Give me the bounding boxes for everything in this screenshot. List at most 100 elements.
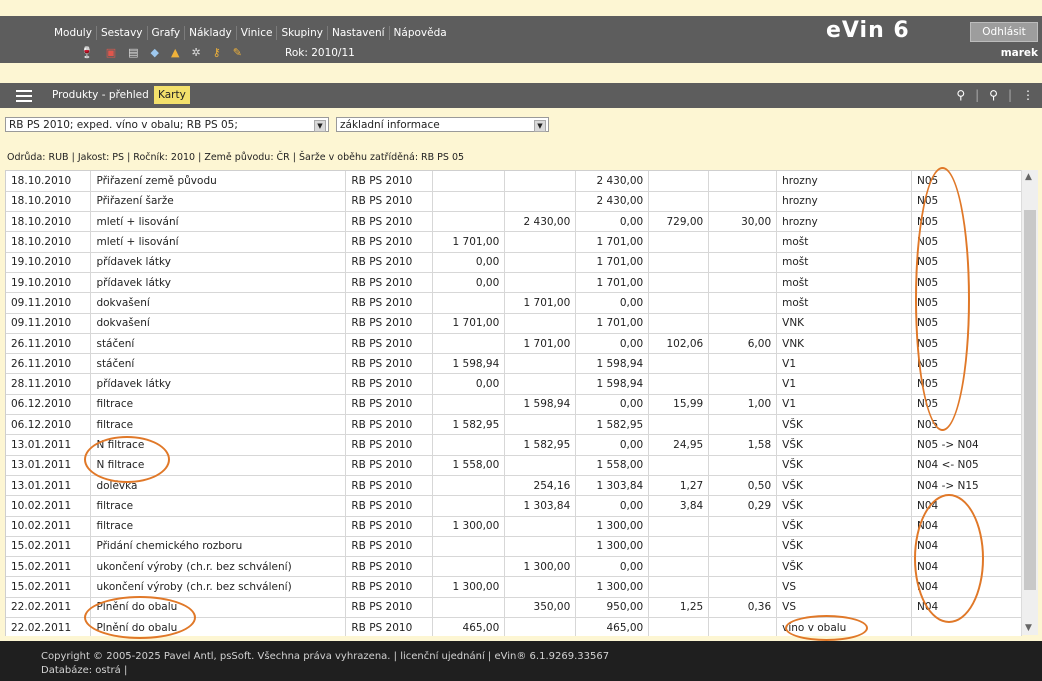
cell-product: RB PS 2010 bbox=[345, 353, 434, 375]
table-row[interactable]: 13.01.2011 dolévka RB PS 2010 254,16 1 303,8… bbox=[6, 475, 1022, 497]
cell-operation: stáčení bbox=[90, 333, 347, 355]
cell-batch: N05 bbox=[911, 252, 1022, 273]
table-row[interactable]: 15.02.2011 Přidání chemického rozboru RB P… bbox=[6, 536, 1022, 558]
cell-date: 28.11.2010 bbox=[6, 373, 92, 395]
table-row[interactable]: 06.12.2010 filtrace RB PS 2010 1 582,95 1 58… bbox=[6, 414, 1022, 436]
cell-loss bbox=[648, 373, 710, 395]
table-row[interactable]: 09.11.2010 dokvašení RB PS 2010 1 701,00 1 7… bbox=[6, 313, 1022, 334]
cell-amount-in bbox=[432, 597, 506, 619]
table-scrollbar[interactable]: ▲ ▼ bbox=[1021, 170, 1038, 635]
cell-operation: filtrace bbox=[90, 495, 347, 517]
scroll-down-icon[interactable]: ▼ bbox=[1025, 623, 1032, 633]
cell-amount-in: 1 598,94 bbox=[432, 353, 506, 375]
separator: | bbox=[975, 88, 980, 102]
chevron-down-icon[interactable]: ▼ bbox=[314, 120, 326, 132]
menu-item-naklady[interactable]: Náklady bbox=[185, 26, 237, 40]
tab-cards[interactable]: Karty bbox=[154, 86, 190, 104]
wand-icon[interactable]: ✎ bbox=[233, 46, 242, 60]
wine-glasses-icon[interactable]: 🍷 bbox=[80, 46, 94, 60]
menu-item-nastaveni[interactable]: Nastavení bbox=[328, 26, 390, 40]
table-row[interactable]: 15.02.2011 ukončení výroby (ch.r. bez sch… bbox=[6, 556, 1022, 578]
table-row[interactable]: 09.11.2010 dokvašení RB PS 2010 1 701,00 0,0… bbox=[6, 292, 1022, 314]
scroll-up-icon[interactable]: ▲ bbox=[1025, 172, 1032, 182]
product-select[interactable]: RB PS 2010; exped. víno v obalu; RB PS 0… bbox=[5, 117, 329, 132]
table-row[interactable]: 22.02.2011 Plnění do obalu RB PS 2010 465,0… bbox=[6, 617, 1022, 636]
cell-operation: N filtrace bbox=[90, 434, 347, 456]
table-row[interactable]: 13.01.2011 N filtrace RB PS 2010 1 558,00 1 … bbox=[6, 455, 1022, 476]
cell-amount-out: 350,00 bbox=[504, 597, 577, 619]
cell-category: hrozny bbox=[776, 191, 913, 213]
key-icon[interactable]: ⚷ bbox=[213, 46, 221, 60]
document-icon[interactable]: ▤ bbox=[128, 46, 138, 60]
menu-item-sestavy[interactable]: Sestavy bbox=[97, 26, 148, 40]
cell-batch: N04 bbox=[911, 495, 1022, 517]
table-row[interactable]: 15.02.2011 ukončení výroby (ch.r. bez sch… bbox=[6, 576, 1022, 598]
cell-date: 22.02.2011 bbox=[6, 617, 92, 636]
cell-product: RB PS 2010 bbox=[345, 333, 434, 355]
more-options-icon[interactable]: ⋮ bbox=[1022, 88, 1034, 102]
cell-amount-out: 1 598,94 bbox=[504, 394, 577, 416]
cell-batch: N05 bbox=[911, 333, 1022, 355]
cell-operation: filtrace bbox=[90, 516, 347, 537]
cell-balance: 2 430,00 bbox=[575, 171, 650, 192]
cell-operation: Přidání chemického rozboru bbox=[90, 536, 347, 558]
cell-category: mošt bbox=[776, 292, 913, 314]
cell-amount-in bbox=[432, 394, 506, 416]
cell-date: 09.11.2010 bbox=[6, 292, 92, 314]
table-row[interactable]: 10.02.2011 filtrace RB PS 2010 1 300,00 1 30… bbox=[6, 516, 1022, 537]
top-navigation-bar: Moduly Sestavy Grafy Náklady Vinice Skup… bbox=[0, 16, 1042, 63]
table-row[interactable]: 10.02.2011 filtrace RB PS 2010 1 303,84 0,00… bbox=[6, 495, 1022, 517]
menu-item-grafy[interactable]: Grafy bbox=[148, 26, 186, 40]
footer: Copyright © 2005-2025 Pavel Antl, psSoft… bbox=[0, 641, 1042, 681]
gear-icon[interactable]: ✲ bbox=[191, 46, 200, 60]
table-row[interactable]: 22.02.2011 Plnění do obalu RB PS 2010 350,0… bbox=[6, 597, 1022, 619]
table-row[interactable]: 18.10.2010 Přiřazení země původu RB PS 201… bbox=[6, 171, 1022, 192]
cell-date: 09.11.2010 bbox=[6, 313, 92, 334]
barrel-icon[interactable]: ▣ bbox=[106, 46, 116, 60]
cell-batch: N05 bbox=[911, 211, 1022, 233]
chevron-down-icon[interactable]: ▼ bbox=[534, 120, 546, 132]
cell-batch: N04 bbox=[911, 536, 1022, 558]
hamburger-menu-icon[interactable] bbox=[16, 90, 32, 105]
scroll-thumb[interactable] bbox=[1024, 210, 1036, 590]
cell-product: RB PS 2010 bbox=[345, 617, 434, 636]
menu-item-skupiny[interactable]: Skupiny bbox=[277, 26, 328, 40]
cell-loss bbox=[648, 617, 710, 636]
cell-loss bbox=[648, 516, 710, 537]
year-label: Rok: 2010/11 bbox=[285, 47, 355, 59]
cell-balance: 0,00 bbox=[575, 434, 650, 456]
table-row[interactable]: 18.10.2010 mletí + lisování RB PS 2010 2 43… bbox=[6, 211, 1022, 233]
cell-date: 22.02.2011 bbox=[6, 597, 92, 619]
tab-products-overview[interactable]: Produkty - přehled bbox=[52, 89, 149, 101]
logout-button[interactable]: Odhlásit bbox=[970, 22, 1038, 42]
table-row[interactable]: 28.11.2010 přídavek látky RB PS 2010 0,00 1 … bbox=[6, 373, 1022, 395]
table-row[interactable]: 18.10.2010 mletí + lisování RB PS 2010 1 70… bbox=[6, 231, 1022, 253]
cell-amount-in bbox=[432, 536, 506, 558]
cell-amount-in: 0,00 bbox=[432, 252, 506, 273]
table-row[interactable]: 19.10.2010 přídavek látky RB PS 2010 0,00 1 … bbox=[6, 252, 1022, 273]
search-add-icon[interactable]: ⚲ bbox=[989, 88, 998, 102]
cell-loss bbox=[648, 252, 710, 273]
cell-balance: 1 701,00 bbox=[575, 313, 650, 334]
cell-loss-percent bbox=[708, 292, 778, 314]
table-row[interactable]: 19.10.2010 přídavek látky RB PS 2010 0,00 1 … bbox=[6, 272, 1022, 294]
cell-operation: N filtrace bbox=[90, 455, 347, 476]
view-select[interactable]: základní informace ▼ bbox=[336, 117, 549, 132]
tag-icon[interactable]: ◆ bbox=[151, 46, 159, 60]
cell-operation: přídavek látky bbox=[90, 272, 347, 294]
table-row[interactable]: 26.11.2010 stáčení RB PS 2010 1 598,94 1 598… bbox=[6, 353, 1022, 375]
bottle-icon[interactable]: ▲ bbox=[171, 46, 179, 60]
cell-batch: N04 -> N15 bbox=[911, 475, 1022, 497]
menu-item-moduly[interactable]: Moduly bbox=[50, 26, 97, 40]
search-key-icon[interactable]: ⚲ bbox=[956, 88, 965, 102]
cell-batch: N05 bbox=[911, 292, 1022, 314]
table-row[interactable]: 06.12.2010 filtrace RB PS 2010 1 598,94 0,00… bbox=[6, 394, 1022, 416]
cell-loss: 24,95 bbox=[648, 434, 710, 456]
toolbar-actions: ⚲ | ⚲ | ⋮ bbox=[956, 88, 1034, 102]
product-select-value: RB PS 2010; exped. víno v obalu; RB PS 0… bbox=[9, 119, 238, 131]
menu-item-napoveda[interactable]: Nápověda bbox=[390, 26, 451, 40]
table-row[interactable]: 26.11.2010 stáčení RB PS 2010 1 701,00 0,00 1… bbox=[6, 333, 1022, 355]
menu-item-vinice[interactable]: Vinice bbox=[237, 26, 278, 40]
table-row[interactable]: 18.10.2010 Přiřazení šarže RB PS 2010 2 430… bbox=[6, 191, 1022, 213]
table-row[interactable]: 13.01.2011 N filtrace RB PS 2010 1 582,95 0,… bbox=[6, 434, 1022, 456]
